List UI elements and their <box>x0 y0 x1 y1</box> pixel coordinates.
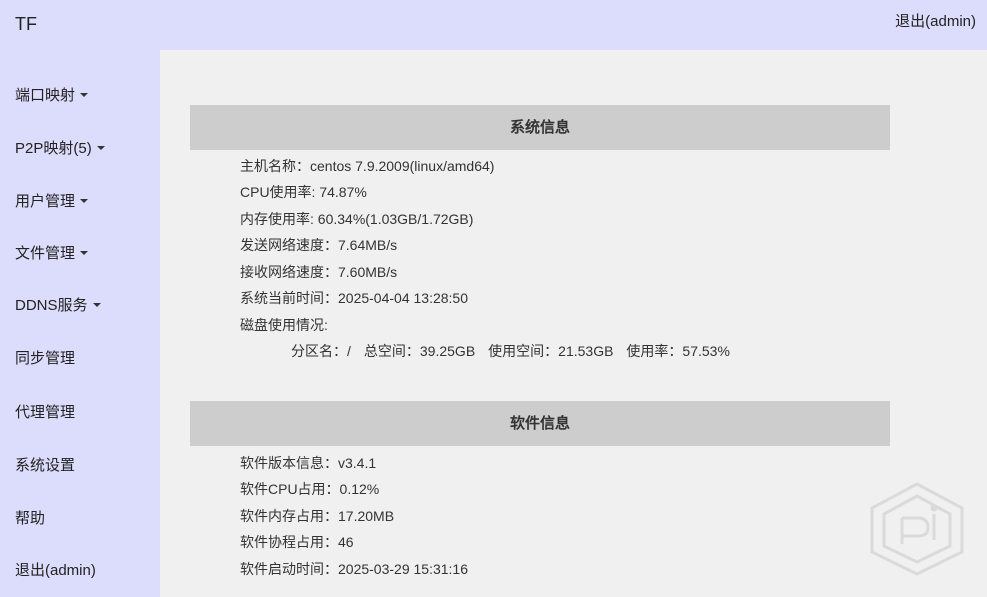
sidebar-item-proxy-management[interactable]: 代理管理 <box>15 401 75 422</box>
sidebar-item-label: 端口映射 <box>15 87 76 104</box>
logout-link[interactable]: 退出(admin) <box>895 10 976 31</box>
sidebar-item-system-settings[interactable]: 系统设置 <box>15 454 75 475</box>
cpu-usage-text: CPU使用率: 74.87% <box>240 184 367 200</box>
caret-down-icon <box>80 199 89 204</box>
system-info-header: 系统信息 <box>190 105 890 150</box>
current-time-text: 系统当前时间：2025-04-04 13:28:50 <box>240 290 468 306</box>
disk-used-space: 使用空间：21.53GB <box>488 343 614 359</box>
disk-partition-row: 分区名：/ 总空间：39.25GB 使用空间：21.53GB 使用率：57.53% <box>291 341 730 361</box>
disk-usage-label: 磁盘使用情况: <box>240 317 328 333</box>
memory-usage-text: 内存使用率: 60.34%(1.03GB/1.72GB) <box>240 211 474 227</box>
software-version-text: 软件版本信息：v3.4.1 <box>240 455 377 471</box>
disk-usage-rate: 使用率：57.53% <box>626 343 730 359</box>
sidebar-item-logout[interactable]: 退出(admin) <box>15 559 96 580</box>
sidebar-item-label: 用户管理 <box>15 193 76 210</box>
software-start-time-text: 软件启动时间：2025-03-29 15:31:16 <box>240 561 468 577</box>
caret-down-icon <box>80 93 89 98</box>
sidebar-item-file-management[interactable]: 文件管理 <box>15 242 89 263</box>
caret-down-icon <box>92 303 101 308</box>
sidebar-item-label: 代理管理 <box>15 404 76 421</box>
sidebar-item-port-mapping[interactable]: 端口映射 <box>15 84 89 105</box>
tech-logo-watermark-icon <box>862 478 972 578</box>
brand-title[interactable]: TF <box>15 14 37 35</box>
software-goroutines-text: 软件协程占用：46 <box>240 534 354 550</box>
sidebar-item-user-management[interactable]: 用户管理 <box>15 190 89 211</box>
sidebar-item-sync-management[interactable]: 同步管理 <box>15 347 75 368</box>
caret-down-icon <box>80 251 89 256</box>
caret-down-icon <box>96 146 105 151</box>
sidebar-item-label: 退出(admin) <box>15 562 96 579</box>
sidebar-item-ddns-service[interactable]: DDNS服务 <box>15 294 101 315</box>
sidebar-item-label: 系统设置 <box>15 457 76 474</box>
hostname-text: 主机名称：centos 7.9.2009(linux/amd64) <box>240 158 495 174</box>
sidebar-item-label: P2P映射(5) <box>15 140 92 157</box>
sidebar: 端口映射 P2P映射(5) 用户管理 文件管理 DDNS服务 同步管理 代理管理… <box>0 50 160 597</box>
send-speed-text: 发送网络速度：7.64MB/s <box>240 237 398 253</box>
software-memory-text: 软件内存占用：17.20MB <box>240 508 395 524</box>
sidebar-item-help[interactable]: 帮助 <box>15 507 45 528</box>
disk-total-space: 总空间：39.25GB <box>363 343 476 359</box>
sidebar-item-label: 文件管理 <box>15 245 76 262</box>
sidebar-item-label: 帮助 <box>15 510 46 527</box>
sidebar-item-p2p-mapping[interactable]: P2P映射(5) <box>15 137 105 158</box>
software-cpu-text: 软件CPU占用：0.12% <box>240 481 380 497</box>
software-info-header: 软件信息 <box>190 401 890 446</box>
sidebar-item-label: DDNS服务 <box>15 297 88 314</box>
disk-partition-name: 分区名：/ <box>291 343 351 359</box>
recv-speed-text: 接收网络速度：7.60MB/s <box>240 264 398 280</box>
sidebar-item-label: 同步管理 <box>15 350 76 367</box>
top-bar: TF 退出(admin) <box>0 0 987 50</box>
